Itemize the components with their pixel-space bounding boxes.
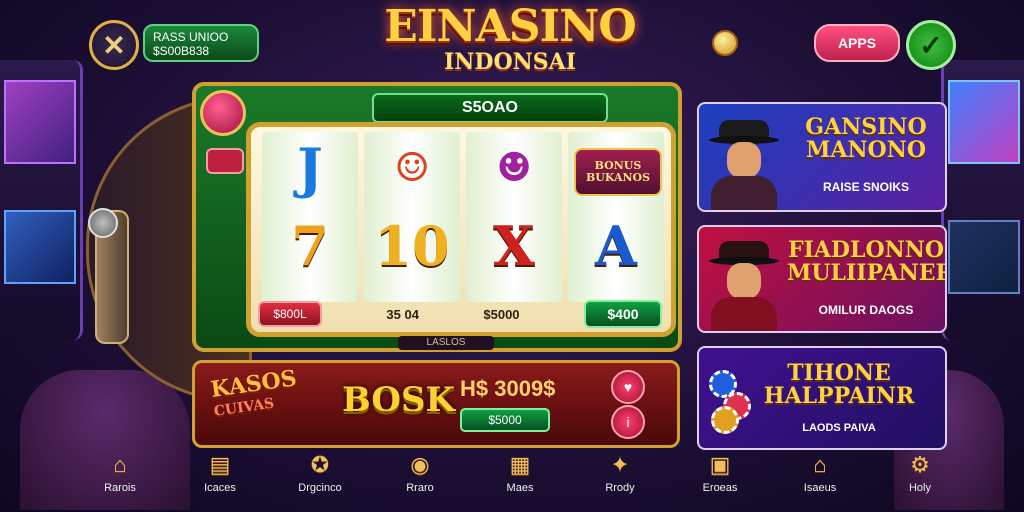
nav-item-tag[interactable]: ✪ Drgcinco xyxy=(280,452,360,508)
bonus-amount: H$ 3009$ xyxy=(460,376,556,401)
heart-icon: ♥ xyxy=(623,379,633,395)
machine-label: LASLOS xyxy=(398,336,494,350)
house-icon: ⌂ xyxy=(813,452,827,477)
check-icon: ✓ xyxy=(919,29,943,61)
nav-item-home[interactable]: ⌂ Rarois xyxy=(80,452,160,508)
host-avatar xyxy=(707,114,781,210)
promo-card[interactable]: TIHONE HALPPAINR LAODS PAIVA xyxy=(697,346,947,450)
favorite-button[interactable]: ♥ xyxy=(611,370,645,404)
badge-icon: ◉ xyxy=(410,452,430,477)
balance-line-2: $S00B838 xyxy=(153,44,210,58)
reel-symbol: X xyxy=(493,214,535,278)
promo-subtitle: RAISE SNOIKS xyxy=(822,180,909,194)
promo-subtitle: LAODS PAIVA xyxy=(802,422,876,434)
bet-strip: $800L 35 04 $5000 $400 xyxy=(258,300,662,328)
reel-symbol: 10 xyxy=(374,214,450,278)
reel-symbol: J xyxy=(297,136,323,200)
building-icon: ▦ xyxy=(509,452,531,477)
nav-label: Holy xyxy=(908,482,931,494)
tag-icon: ✪ xyxy=(310,452,330,477)
lever-knob[interactable] xyxy=(88,208,118,238)
bonus-center-title: BOSK xyxy=(342,380,456,420)
gear-icon: ⚙ xyxy=(910,452,930,477)
promo-card[interactable]: FIADLONNO MULIIPANER OMILUR DAOGS xyxy=(697,225,947,333)
reel-1: J 7 xyxy=(262,132,358,302)
arcade-screen xyxy=(948,220,1020,294)
puzzle-icon: ✦ xyxy=(610,452,630,477)
home-icon: ⌂ xyxy=(113,452,127,477)
close-icon: ✕ xyxy=(102,29,126,61)
promo-card[interactable]: GANSINO MANONO RAISE SNOIKS xyxy=(697,102,947,212)
arcade-screen xyxy=(4,210,76,284)
cards-icon: ▤ xyxy=(209,452,231,477)
coin-icon xyxy=(712,30,738,56)
gem-icon xyxy=(200,90,246,136)
nav-label: Rraro xyxy=(406,482,434,494)
reel-3: ☻ X xyxy=(466,132,562,302)
nav-item-puzzle[interactable]: ✦ Rrody xyxy=(580,452,660,508)
jester-icon: ☻ xyxy=(496,144,532,191)
jackpot-display: S5OAO xyxy=(372,93,608,123)
info-icon: i xyxy=(626,414,630,430)
nav-item-cards[interactable]: ▤ Icaces xyxy=(180,452,260,508)
promo-title: FIADLONNO MULIIPANER xyxy=(787,237,947,286)
host-avatar xyxy=(707,235,781,331)
arcade-machine-left xyxy=(0,60,83,340)
close-button[interactable]: ✕ xyxy=(89,20,139,70)
badge-icon xyxy=(206,148,244,174)
balance-display: RASS UNIOO $S00B838 xyxy=(143,24,259,62)
bet-button[interactable]: $800L xyxy=(258,301,322,327)
nav-label: Drgcinco xyxy=(298,482,342,494)
nav-item-badge[interactable]: ◉ Rraro xyxy=(380,452,460,508)
casino-logo: EINASINO INDONSAI xyxy=(380,1,640,75)
apps-button[interactable]: APPS xyxy=(814,24,900,62)
bonus-logo-tile: BONUS BUKANOS xyxy=(574,148,662,196)
reel-symbol: A xyxy=(595,214,637,278)
reel-2: ☺ 10 xyxy=(364,132,460,302)
promo-subtitle: OMILUR DAOGS xyxy=(818,303,914,317)
arcade-machine-right xyxy=(941,60,1024,340)
nav-label: Maes xyxy=(506,482,534,494)
nav-item-settings[interactable]: ⚙ Holy xyxy=(880,452,960,508)
balance-line-1: RASS UNIOO xyxy=(153,30,229,44)
reel-symbol: 7 xyxy=(291,214,329,278)
nav-label: Icaces xyxy=(204,482,236,494)
nav-label: Eroeas xyxy=(702,482,738,494)
reel-4: BONUS BUKANOS A xyxy=(568,132,664,302)
win-display: $400 xyxy=(583,300,662,328)
nav-item-slots[interactable]: ▣ Eroeas xyxy=(680,452,760,508)
credit-value: $5000 xyxy=(483,306,520,322)
slots-icon: ▣ xyxy=(709,452,731,477)
arcade-screen xyxy=(948,80,1020,164)
nav-label: Rrody xyxy=(605,482,635,494)
arcade-screen xyxy=(4,80,76,164)
promo-title: GANSINO MANONO xyxy=(805,114,927,163)
confirm-button[interactable]: ✓ xyxy=(906,20,956,70)
logo-subtitle: INDONSAI xyxy=(444,49,576,75)
lines-value: 35 04 xyxy=(386,306,419,322)
nav-item-house[interactable]: ⌂ Isaeus xyxy=(780,452,860,508)
nav-item-building[interactable]: ▦ Maes xyxy=(480,452,560,508)
nav-label: Rarois xyxy=(104,482,136,494)
logo-title: EINASINO xyxy=(384,1,636,52)
clown-icon: ☺ xyxy=(394,144,430,191)
promo-title: TIHONE HALPPAINR xyxy=(763,360,915,409)
bonus-claim-button[interactable]: $5000 xyxy=(460,408,550,432)
nav-label: Isaeus xyxy=(803,482,837,494)
info-button[interactable]: i xyxy=(611,405,645,439)
bottom-nav: ⌂ Rarois ▤ Icaces ✪ Drgcinco ◉ Rraro ▦ M… xyxy=(80,452,960,508)
